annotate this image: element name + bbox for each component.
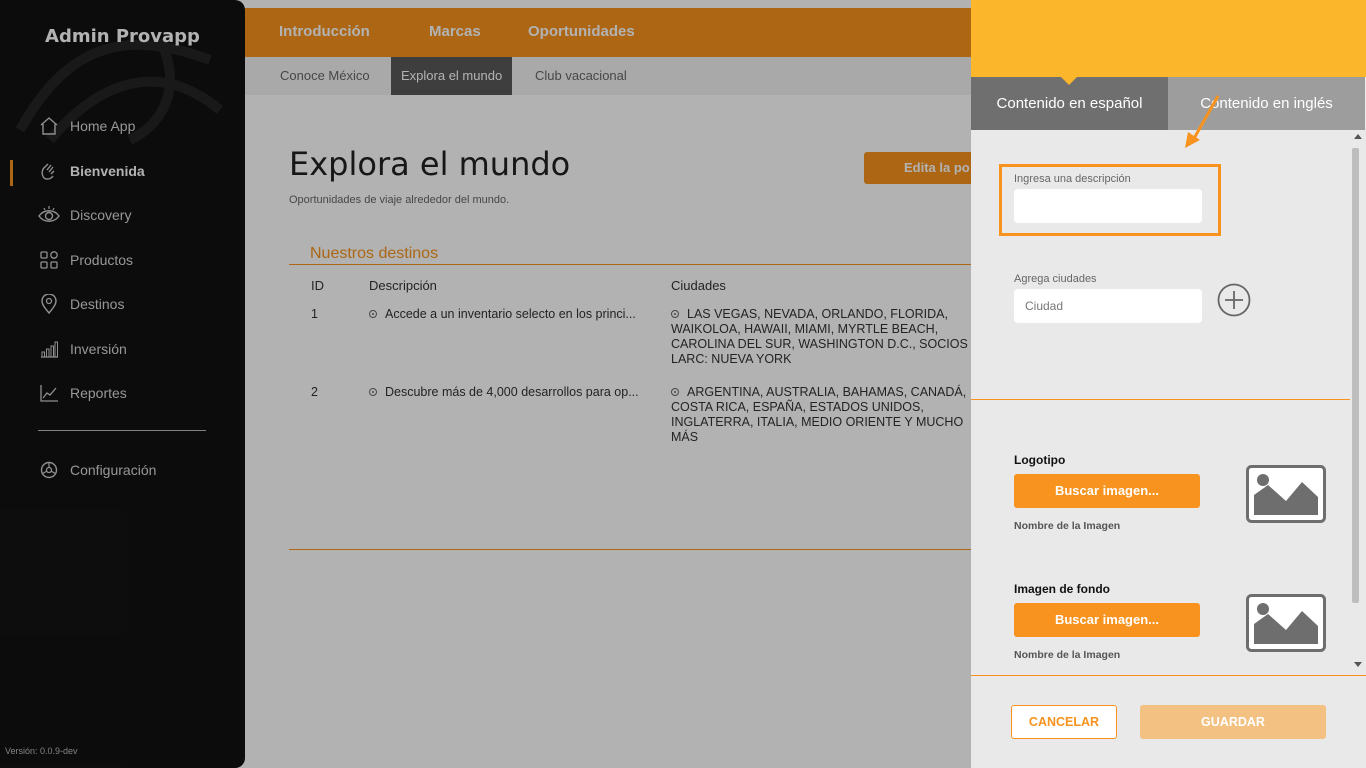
sidebar-item-productos[interactable]: Productos — [38, 247, 133, 273]
sidebar: Admin Provapp Home App Bienvenida Discov… — [0, 0, 245, 768]
sidebar-item-label: Productos — [70, 252, 134, 268]
panel-header — [971, 0, 1366, 77]
description-input[interactable] — [1014, 189, 1202, 223]
background-browse-button[interactable]: Buscar imagen... — [1014, 603, 1200, 637]
app-root: Admin Provapp Home App Bienvenida Discov… — [0, 0, 1366, 768]
city-line: LAS VEGAS, NEVADA, ORLANDO, FLORIDA, — [687, 307, 948, 321]
image-placeholder-icon — [1246, 465, 1326, 523]
table-cell-cities: ARGENTINA, AUSTRALIA, BAHAMAS, CANADÁ, C… — [671, 385, 981, 445]
bullet-icon — [369, 310, 377, 318]
background-image-label: Imagen de fondo — [1014, 582, 1110, 596]
sidebar-divider — [38, 430, 206, 431]
sidebar-item-label: Inversión — [70, 341, 127, 357]
bullet-icon — [671, 310, 679, 318]
section-title: Nuestros destinos — [310, 245, 439, 262]
tab-oportunidades[interactable]: Oportunidades — [528, 23, 635, 40]
table-cell-cities: LAS VEGAS, NEVADA, ORLANDO, FLORIDA, WAI… — [671, 307, 981, 367]
column-header-id: ID — [311, 278, 324, 293]
bullet-icon — [671, 388, 679, 396]
sidebar-item-destinos[interactable]: Destinos — [38, 291, 124, 317]
row-description-text: Accede a un inventario selecto en los pr… — [385, 307, 636, 321]
sidebar-item-inversion[interactable]: Inversión — [38, 336, 127, 362]
panel-divider — [971, 399, 1350, 400]
sidebar-item-label: Home App — [70, 118, 136, 134]
bar-chart-icon — [38, 338, 60, 360]
logo-image-name: Nombre de la Imagen — [1014, 520, 1121, 532]
scrollbar-thumb[interactable] — [1352, 148, 1359, 603]
sidebar-item-label: Discovery — [70, 207, 132, 223]
logo-label: Logotipo — [1014, 453, 1066, 467]
eye-icon — [38, 204, 60, 226]
city-line: LARC: NUEVA YORK — [671, 352, 792, 366]
sidebar-item-label: Bienvenida — [70, 163, 145, 179]
row-description-text: Descubre más de 4,000 desarrollos para o… — [385, 385, 639, 399]
sidebar-item-configuracion[interactable]: Configuración — [38, 457, 156, 483]
sidebar-item-home-app[interactable]: Home App — [38, 113, 135, 139]
add-city-icon[interactable] — [1217, 283, 1251, 317]
sidebar-item-reportes[interactable]: Reportes — [38, 380, 127, 406]
image-placeholder-icon — [1246, 594, 1326, 652]
edit-panel: Contenido en español Contenido en inglés… — [971, 0, 1366, 768]
sidebar-item-label: Destinos — [70, 296, 125, 312]
line-chart-icon — [38, 382, 60, 404]
city-line: MÁS — [671, 430, 699, 444]
scroll-up-icon[interactable] — [1354, 134, 1362, 139]
cities-label: Agrega ciudades — [1014, 273, 1097, 285]
version-label: Versión: 0.0.9-dev — [5, 746, 78, 756]
city-line: WAIKOLOA, HAWAII, MIAMI, MYRTLE BEACH, — [671, 322, 939, 336]
active-indicator — [10, 160, 13, 186]
annotation-arrow-icon — [1185, 95, 1220, 148]
tab-introduccion[interactable]: Introducción — [279, 23, 370, 40]
city-line: COSTA RICA, ESPAÑA, ESTADOS UNIDOS, — [671, 400, 924, 414]
subtab-explora-el-mundo[interactable]: Explora el mundo — [391, 57, 513, 95]
waving-hand-icon — [38, 160, 60, 182]
sidebar-item-discovery[interactable]: Discovery — [38, 202, 131, 228]
home-icon — [38, 115, 60, 137]
table-bottom-divider — [289, 549, 1049, 550]
footer-divider — [971, 675, 1366, 676]
map-pin-icon — [38, 293, 60, 315]
table-cell-description: Descubre más de 4,000 desarrollos para o… — [369, 385, 659, 400]
table-cell-id: 1 — [311, 307, 318, 321]
settings-icon — [38, 459, 60, 481]
page-subtitle: Oportunidades de viaje alrededor del mun… — [289, 194, 510, 206]
sidebar-item-label: Reportes — [70, 385, 127, 401]
section-divider — [289, 264, 1049, 265]
subtab-conoce-mexico[interactable]: Conoce México — [270, 57, 380, 95]
panel-header-caret — [1061, 77, 1077, 85]
city-line: CAROLINA DEL SUR, WASHINGTON D.C., SOCIO… — [671, 337, 968, 351]
subtab-club-vacacional[interactable]: Club vacacional — [525, 57, 637, 95]
sidebar-item-bienvenida[interactable]: Bienvenida — [38, 158, 145, 184]
grid-icon — [38, 249, 60, 271]
scroll-down-icon[interactable] — [1354, 662, 1362, 667]
city-input[interactable] — [1014, 289, 1202, 323]
table-cell-description: Accede a un inventario selecto en los pr… — [369, 307, 659, 322]
sidebar-item-label: Configuración — [70, 462, 157, 478]
save-button[interactable]: GUARDAR — [1140, 705, 1326, 739]
column-header-ciudades: Ciudades — [671, 278, 726, 293]
city-line: INGLATERRA, ITALIA, MEDIO ORIENTE Y MUCH… — [671, 415, 964, 429]
table-cell-id: 2 — [311, 385, 318, 399]
tab-marcas[interactable]: Marcas — [429, 23, 481, 40]
bullet-icon — [369, 388, 377, 396]
description-label: Ingresa una descripción — [1014, 173, 1131, 185]
background-image-name: Nombre de la Imagen — [1014, 649, 1121, 661]
brand-title: Admin Provapp — [45, 26, 200, 47]
city-line: ARGENTINA, AUSTRALIA, BAHAMAS, CANADÁ, — [687, 385, 967, 399]
logo-browse-button[interactable]: Buscar imagen... — [1014, 474, 1200, 508]
page-title: Explora el mundo — [289, 145, 571, 183]
cancel-button[interactable]: CANCELAR — [1011, 705, 1117, 739]
column-header-descripcion: Descripción — [369, 278, 437, 293]
